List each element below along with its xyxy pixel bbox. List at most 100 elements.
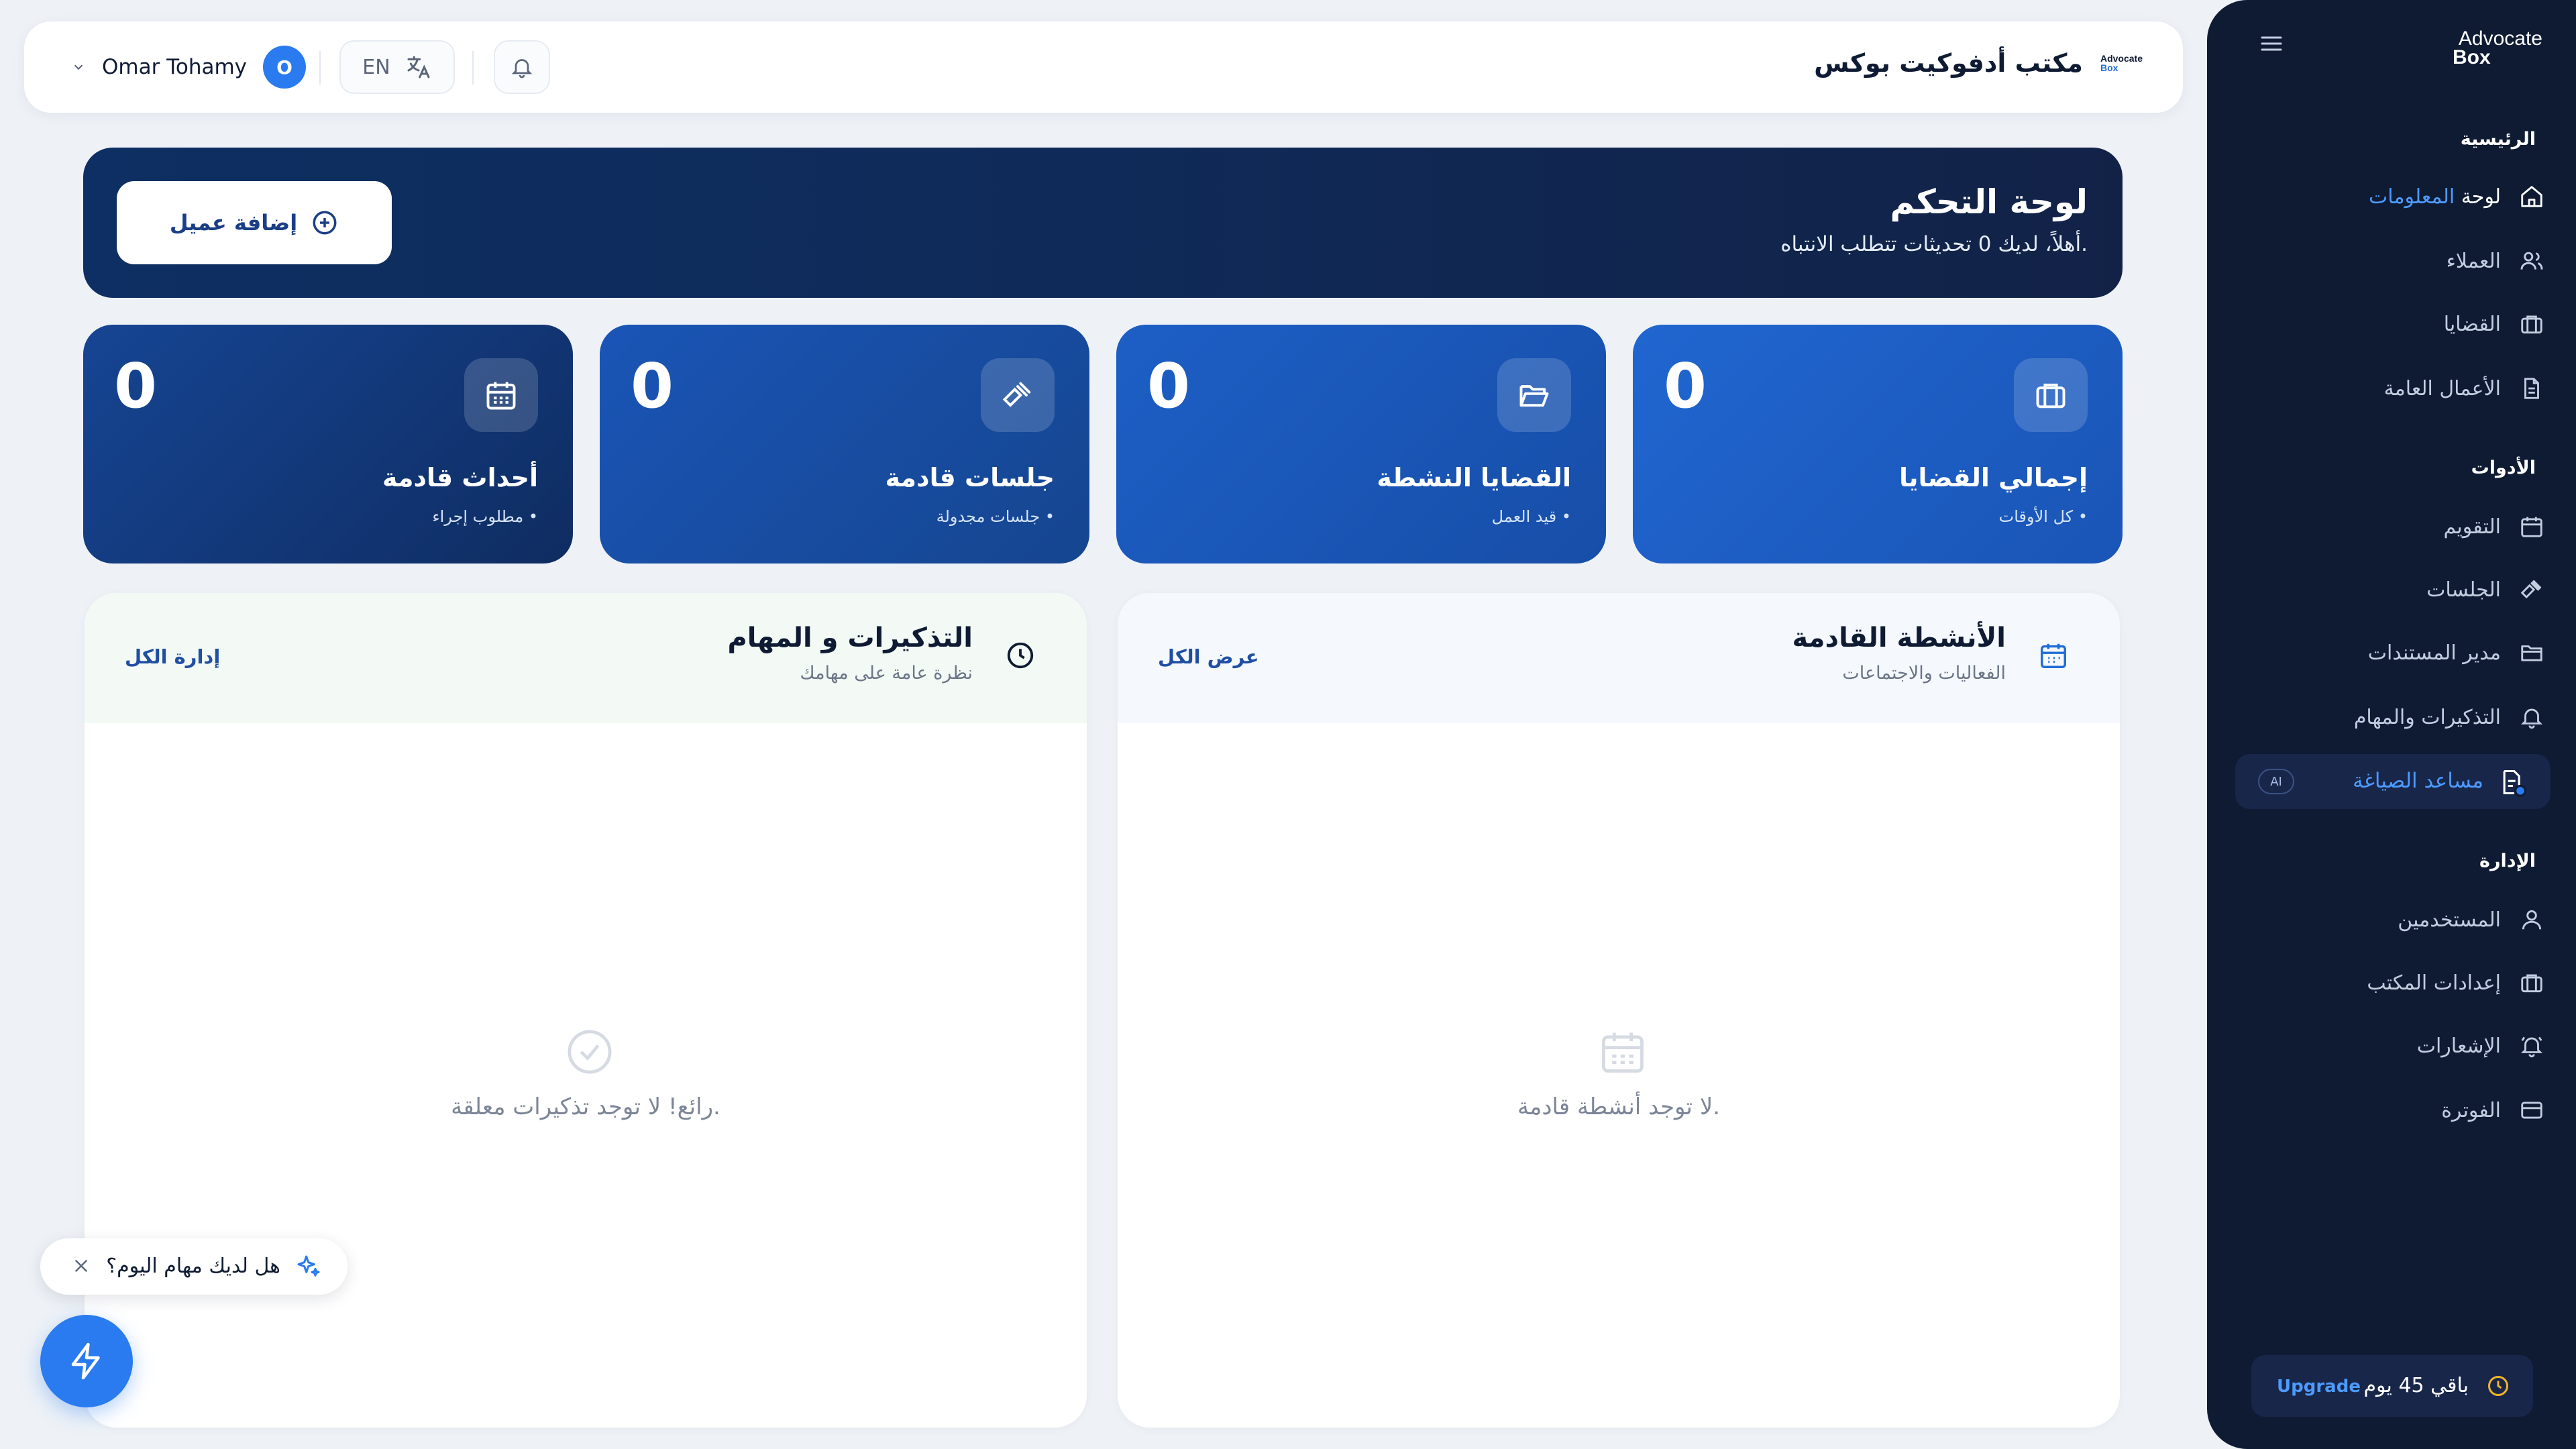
bell-icon	[2517, 702, 2546, 732]
page-subtitle: أهلاً، لديك 0 تحديثات تتطلب الانتباه.	[1780, 232, 2088, 256]
sidebar-item-label: العملاء	[2446, 249, 2501, 273]
add-client-label: إضافة عميل	[169, 210, 298, 235]
stat-subtitle: جلسات مجدولة	[936, 507, 1055, 526]
stat-subtitle: قيد العمل	[1492, 507, 1571, 526]
user-menu[interactable]: Omar Tohamy O	[71, 46, 307, 89]
bell-ring-icon	[2517, 1031, 2546, 1061]
sidebar-item-label: الفوترة	[2441, 1098, 2501, 1122]
user-icon	[2517, 905, 2546, 934]
language-label: EN	[362, 55, 390, 79]
upcoming-activities-panel: الأنشطة القادمة الفعاليات والاجتماعات عر…	[1118, 593, 2120, 1428]
sidebar-item-label: الأعمال العامة	[2383, 376, 2501, 400]
user-name: Omar Tohamy	[102, 55, 248, 79]
stat-card-total-cases[interactable]: 0 إجمالي القضايا كل الأوقات	[1633, 325, 2123, 564]
section-title-admin: الإدارة	[2479, 851, 2536, 871]
sidebar-item-cases[interactable]: القضايا	[2444, 301, 2546, 347]
stat-card-active-cases[interactable]: 0 القضايا النشطة قيد العمل	[1116, 325, 1606, 564]
sidebar: Advocate Box الرئيسية لوحة المعلومات الع…	[2207, 0, 2576, 1449]
empty-state-text: لا توجد أنشطة قادمة.	[1517, 1093, 1721, 1120]
quick-action-button[interactable]	[40, 1315, 133, 1407]
folder-open-icon	[1497, 358, 1571, 432]
calendar-icon	[2517, 512, 2546, 541]
sidebar-item-dashboard[interactable]: لوحة المعلومات	[2369, 173, 2546, 220]
stat-card-upcoming-events[interactable]: 0 أحداث قادمة مطلوب إجراء	[83, 325, 573, 564]
trial-box: باقي 45 يوم Upgrade	[2251, 1355, 2533, 1417]
brand-logo[interactable]: Advocate Box	[2435, 28, 2542, 68]
stat-title: إجمالي القضايا	[1899, 463, 2088, 492]
sidebar-item-documents[interactable]: مدير المستندات	[2368, 629, 2546, 676]
add-client-button[interactable]: إضافة عميل	[117, 181, 392, 264]
sidebar-item-calendar[interactable]: التقويم	[2443, 503, 2546, 550]
sidebar-item-billing[interactable]: الفوترة	[2441, 1087, 2546, 1134]
stat-subtitle: مطلوب إجراء	[432, 507, 538, 526]
manage-all-link[interactable]: إدارة الكل	[125, 645, 220, 668]
empty-state-text: رائع! لا توجد تذكيرات معلقة.	[451, 1093, 720, 1120]
sidebar-item-office-settings[interactable]: إعدادات المكتب	[2367, 959, 2546, 1006]
stat-value: 0	[631, 350, 674, 422]
section-title-main: الرئيسية	[2460, 129, 2536, 150]
sidebar-item-label: لوحة المعلومات	[2369, 184, 2501, 209]
document-icon	[2517, 374, 2546, 403]
panel-subtitle: الفعاليات والاجتماعات	[1842, 663, 2006, 684]
notifications-button[interactable]	[494, 40, 550, 94]
sidebar-item-label: إعدادات المكتب	[2367, 971, 2501, 995]
building-icon	[2517, 968, 2546, 998]
sidebar-item-notifications[interactable]: الإشعارات	[2417, 1022, 2546, 1069]
briefcase-icon	[2014, 358, 2088, 432]
stat-title: جلسات قادمة	[885, 463, 1055, 492]
brand-line-1: Advocate	[2458, 28, 2542, 50]
dashboard-banner: لوحة التحكم أهلاً، لديك 0 تحديثات تتطلب …	[83, 148, 2123, 298]
section-title-tools: الأدوات	[2471, 458, 2536, 478]
trial-days-left: باقي 45 يوم	[2363, 1374, 2469, 1397]
close-icon[interactable]	[71, 1256, 91, 1276]
panel-header: الأنشطة القادمة الفعاليات والاجتماعات عر…	[1118, 593, 2120, 723]
header-divider	[472, 51, 474, 85]
stat-subtitle: كل الأوقات	[1999, 507, 2088, 526]
sidebar-item-label: مدير المستندات	[2367, 641, 2501, 665]
ai-badge: AI	[2258, 769, 2294, 794]
sidebar-item-reminders[interactable]: التذكيرات والمهام	[2354, 694, 2546, 741]
sidebar-item-label: الجلسات	[2426, 578, 2501, 602]
credit-card-icon	[2517, 1095, 2546, 1125]
stat-value: 0	[1664, 350, 1707, 422]
tasks-hint-bubble[interactable]: هل لديك مهام اليوم؟	[40, 1238, 347, 1295]
panel-header: التذكيرات و المهام نظرة عامة على مهامك إ…	[85, 593, 1087, 723]
empty-calendar-icon	[1597, 1026, 1648, 1077]
page-title: لوحة التحكم	[1890, 182, 2088, 221]
stat-card-upcoming-sessions[interactable]: 0 جلسات قادمة جلسات مجدولة	[600, 325, 1089, 564]
lightning-icon	[66, 1341, 107, 1381]
upgrade-link[interactable]: Upgrade	[2277, 1377, 2361, 1397]
sidebar-item-label: التذكيرات والمهام	[2353, 705, 2501, 729]
menu-toggle-icon[interactable]	[2259, 34, 2284, 54]
empty-check-icon	[564, 1026, 615, 1077]
plus-circle-icon	[311, 209, 339, 237]
sidebar-item-users[interactable]: المستخدمين	[2398, 896, 2546, 943]
clock-icon	[1005, 640, 1036, 671]
sidebar-item-label: المستخدمين	[2398, 908, 2501, 932]
panel-title: الأنشطة القادمة	[1792, 623, 2006, 653]
sidebar-item-label: القضايا	[2443, 312, 2501, 336]
clock-icon	[2486, 1374, 2510, 1398]
sidebar-item-sessions[interactable]: الجلسات	[2426, 566, 2546, 613]
language-switcher[interactable]: EN	[339, 40, 455, 94]
stat-value: 0	[114, 350, 158, 422]
brand-line-2: Box	[2453, 46, 2491, 68]
view-all-link[interactable]: عرض الكل	[1158, 645, 1259, 668]
reminders-tasks-panel: التذكيرات و المهام نظرة عامة على مهامك إ…	[85, 593, 1087, 1428]
stat-title: القضايا النشطة	[1377, 463, 1571, 492]
avatar: O	[263, 46, 307, 89]
sidebar-item-general-works[interactable]: الأعمال العامة	[2384, 365, 2546, 412]
calendar-icon	[2038, 640, 2069, 671]
users-icon	[2517, 246, 2546, 276]
sidebar-item-label: التقويم	[2443, 515, 2501, 539]
sidebar-item-drafting-assistant[interactable]: مساعد الصياغة AI	[2235, 754, 2551, 809]
sidebar-item-label: مساعد الصياغة	[2353, 769, 2483, 793]
home-icon	[2517, 182, 2546, 211]
stat-title: أحداث قادمة	[382, 463, 538, 492]
panel-subtitle: نظرة عامة على مهامك	[800, 663, 973, 684]
top-header: مكتب أدفوكيت بوكس Advocate Box Omar Toham…	[24, 21, 2183, 113]
header-divider	[319, 51, 321, 85]
panel-title: التذكيرات و المهام	[727, 623, 973, 653]
calendar-icon	[464, 358, 538, 432]
sidebar-item-clients[interactable]: العملاء	[2447, 237, 2546, 284]
